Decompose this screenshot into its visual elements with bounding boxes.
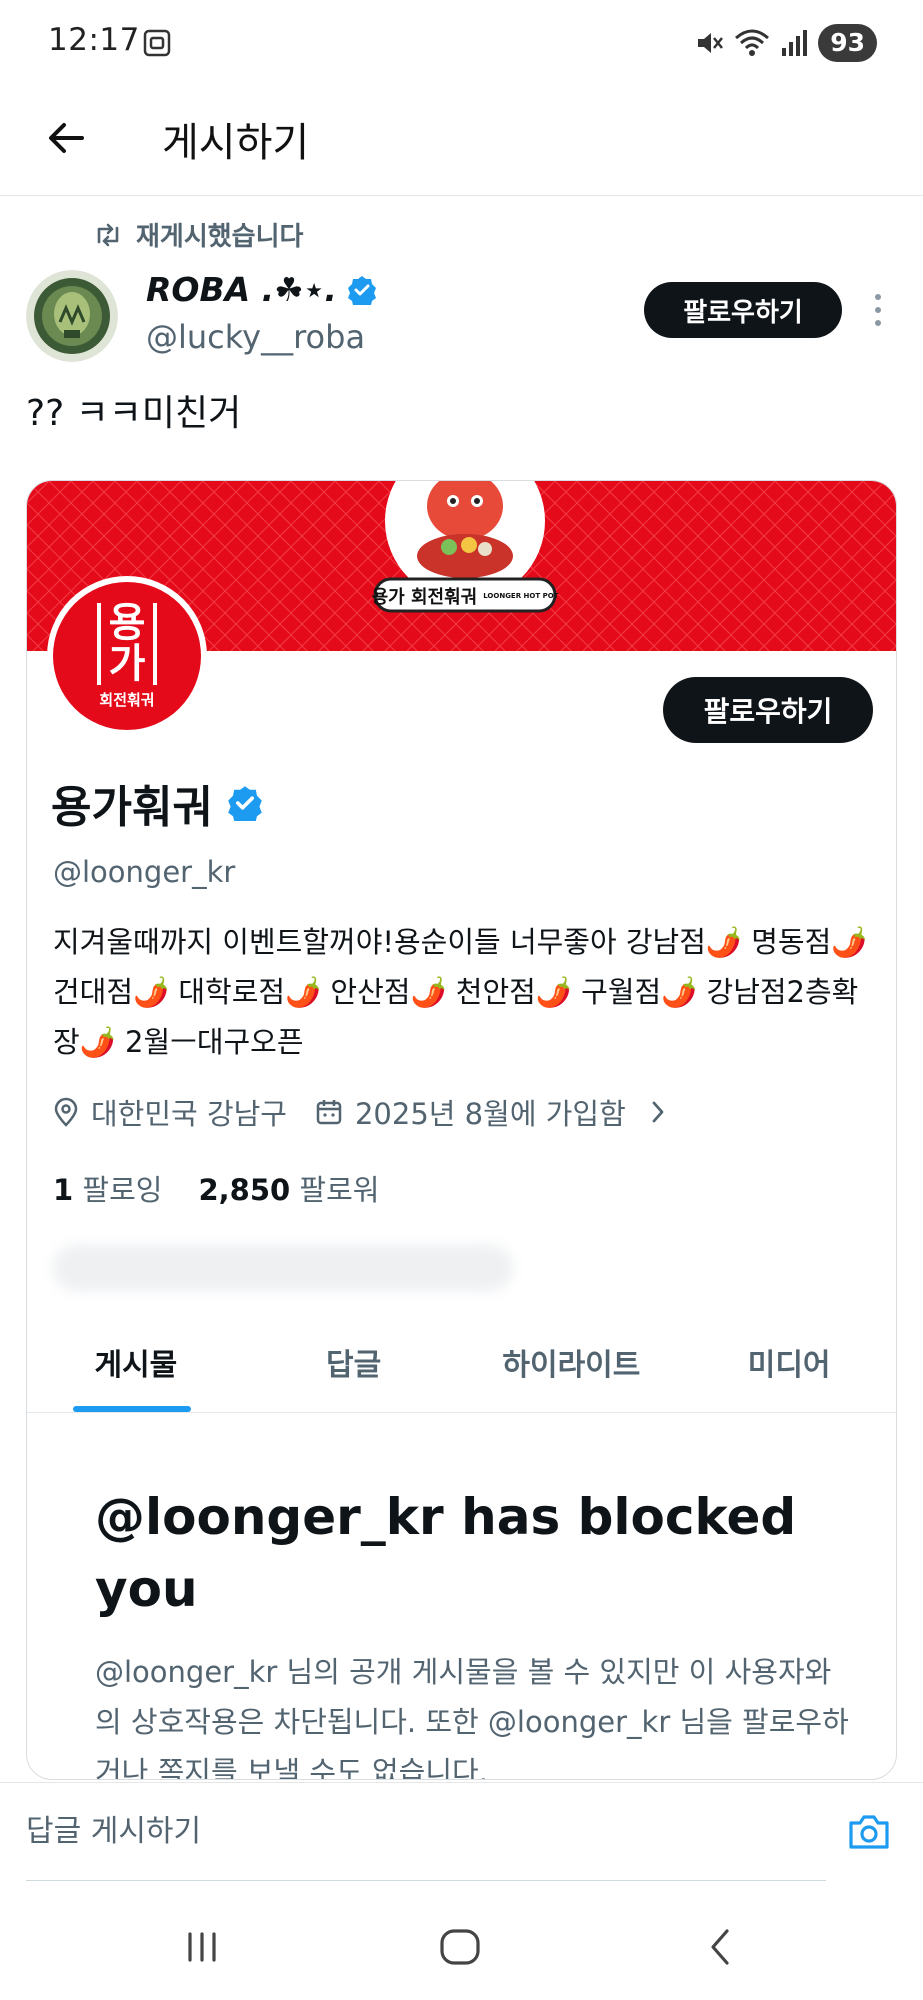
embedded-profile-card[interactable]: 용가 회전훠궈 LOONGER HOT POT 용 가 회전훠궈 팔로우하기 용…	[26, 480, 897, 1780]
author-name-text: ROBA .☘︎⋆.	[146, 270, 337, 309]
status-time: 12:17	[48, 22, 140, 58]
home-glyph	[440, 1929, 480, 1965]
battery-badge: 93	[818, 24, 877, 62]
repost-label: 재게시했습니다	[136, 222, 304, 252]
profile-tabs: 게시물 답글 하이라이트 미디어	[27, 1311, 896, 1413]
recent-apps-glyph	[188, 1932, 216, 1962]
profile-stats: 1 팔로잉 2,850 팔로워	[53, 1167, 379, 1209]
following-stat[interactable]: 1 팔로잉	[53, 1167, 162, 1209]
page-title: 게시하기	[162, 120, 310, 166]
home-icon[interactable]	[430, 1922, 490, 1972]
status-bar: 12:17 93	[0, 0, 923, 88]
more-options-icon[interactable]	[868, 290, 888, 330]
location-pin-icon	[54, 1097, 78, 1127]
signal-icon	[782, 30, 808, 56]
verified-badge-icon	[228, 786, 262, 821]
tab-posts[interactable]: 게시물	[27, 1311, 245, 1412]
screencast-icon	[143, 29, 171, 57]
author-avatar[interactable]	[26, 270, 118, 362]
following-label: 팔로잉	[82, 1173, 163, 1207]
location-text: 대한민국 강남구	[91, 1097, 287, 1131]
repost-icon	[97, 223, 119, 246]
post-text: ?? ㅋㅋ미친거	[26, 393, 242, 434]
followers-label: 팔로워	[299, 1173, 380, 1207]
system-nav-bar	[0, 1892, 923, 2000]
profile-avatar-logo: 용 가 회전훠궈	[53, 582, 201, 730]
back-icon[interactable]	[690, 1922, 750, 1972]
recent-apps-icon[interactable]	[172, 1922, 232, 1972]
calendar-icon	[316, 1100, 342, 1125]
profile-location: 대한민국 강남구	[53, 1091, 287, 1133]
status-right: 93	[694, 24, 877, 62]
camera-icon[interactable]	[846, 1809, 892, 1855]
back-button[interactable]	[36, 108, 96, 168]
reply-bar	[0, 1782, 923, 1892]
followers-count: 2,850	[198, 1173, 291, 1207]
profile-avatar[interactable]: 용 가 회전훠궈	[47, 576, 207, 736]
following-count: 1	[53, 1173, 74, 1207]
follow-button[interactable]: 팔로우하기	[644, 282, 842, 338]
joined-text: 2025년 8월에 가입함	[354, 1097, 626, 1131]
wifi-icon	[735, 29, 770, 56]
mute-icon	[698, 33, 724, 53]
verified-badge-icon	[347, 275, 376, 305]
followers-stat[interactable]: 2,850 팔로워	[198, 1167, 379, 1209]
blurred-content	[53, 1245, 513, 1291]
profile-joined[interactable]: 2025년 8월에 가입함	[315, 1091, 668, 1133]
author-name[interactable]: ROBA .☘︎⋆.	[146, 270, 377, 309]
banner-logo-text: 용가 회전훠궈 LOONGER HOT POT	[371, 587, 559, 608]
reply-input[interactable]	[26, 1783, 826, 1881]
author-avatar-image	[26, 270, 118, 362]
profile-handle: @loonger_kr	[53, 855, 236, 889]
profile-name-text: 용가훠궈	[51, 782, 213, 833]
blocked-title: @loonger_kr has blocked you	[95, 1488, 797, 1618]
tab-replies[interactable]: 답글	[245, 1311, 463, 1412]
tab-media[interactable]: 미디어	[680, 1311, 896, 1412]
blocked-description: @loonger_kr 님의 공개 게시물을 볼 수 있지만 이 사용자와의 상…	[95, 1655, 849, 1780]
profile-name: 용가훠궈	[51, 771, 263, 835]
back-glyph	[711, 1929, 729, 1965]
repost-indicator[interactable]: 재게시했습니다	[94, 216, 303, 253]
profile-meta: 대한민국 강남구 2025년 8월에 가입함	[53, 1091, 668, 1133]
arrow-left-icon	[49, 123, 84, 153]
author-handle: @lucky__roba	[146, 318, 366, 356]
profile-bio: 지겨울때까지 이벤트할꺼야!용순이들 너무좋아 강남점🌶️ 명동점🌶️ 건대점🌶…	[53, 925, 868, 1059]
profile-follow-button[interactable]: 팔로우하기	[663, 677, 873, 743]
app-header: 게시하기	[0, 88, 923, 196]
tab-highlights[interactable]: 하이라이트	[463, 1311, 681, 1412]
chevron-right-icon	[652, 1101, 664, 1123]
